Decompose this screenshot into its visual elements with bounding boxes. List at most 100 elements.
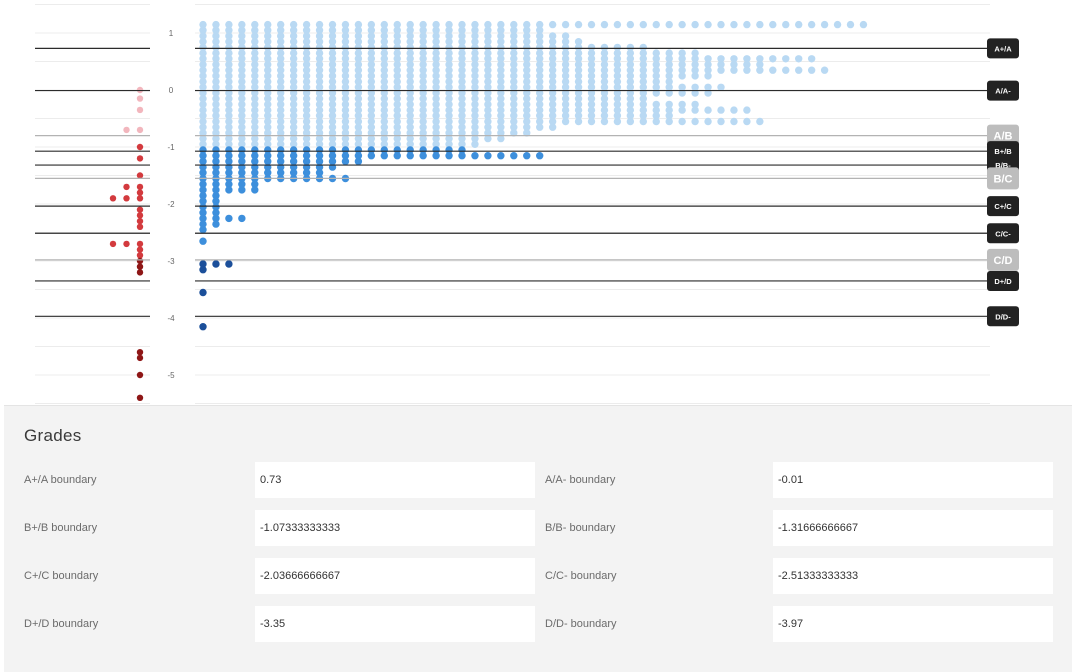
histogram-dot — [756, 66, 764, 74]
d-d-minus-boundary-label: D/D- boundary — [545, 618, 617, 630]
histogram-dot — [613, 117, 622, 126]
y-tick-label: 0 — [169, 86, 174, 95]
histogram-dot — [536, 152, 544, 160]
strip-point — [136, 354, 144, 362]
c-c-minus-boundary-label: C/C- boundary — [545, 570, 617, 582]
a-plus-a-boundary-label: A+/A boundary — [24, 474, 97, 486]
boundary-label: D+/D — [994, 277, 1012, 286]
c-c-minus-boundary-input[interactable] — [773, 558, 1053, 594]
histogram-dot — [678, 72, 686, 80]
strip-point — [136, 155, 144, 162]
histogram-dot — [212, 260, 220, 268]
histogram-dot — [717, 117, 725, 126]
histogram-dot — [717, 106, 725, 114]
histogram-dot — [574, 20, 583, 29]
histogram-dot — [717, 83, 725, 92]
a-a-minus-boundary-label: A/A- boundary — [545, 474, 616, 486]
y-tick-label: -4 — [167, 314, 175, 323]
c-plus-c-boundary-input[interactable] — [255, 558, 535, 594]
histogram-dot — [691, 72, 699, 80]
histogram-dot — [782, 66, 790, 74]
histogram-dot — [445, 152, 453, 160]
strip-point — [136, 126, 144, 134]
histogram-dot — [730, 117, 738, 126]
a-plus-a-boundary-input[interactable] — [255, 462, 535, 498]
histogram-dot — [484, 152, 492, 160]
strip-point — [136, 349, 144, 356]
boundary-label: A/A- — [995, 87, 1011, 96]
boundary-label: A/B — [994, 131, 1013, 143]
histogram-dot — [367, 152, 376, 160]
histogram-dot — [691, 20, 699, 29]
strip-point — [136, 394, 144, 401]
b-b-minus-boundary-label: B/B- boundary — [545, 522, 616, 534]
histogram-dot — [652, 20, 660, 29]
histogram-dot — [600, 20, 609, 29]
histogram-dot — [859, 20, 868, 29]
strip-point — [123, 240, 130, 248]
histogram-dot — [795, 55, 803, 63]
d-d-minus-boundary-input[interactable] — [773, 606, 1053, 642]
histogram-dot — [536, 123, 544, 131]
histogram-dot — [795, 20, 803, 29]
grades-panel: Grades A+/A boundary A/A- boundary B+/B … — [4, 405, 1072, 672]
b-plus-b-boundary-label: B+/B boundary — [24, 522, 98, 534]
histogram-dot — [730, 66, 738, 74]
histogram-dot — [756, 20, 764, 29]
histogram-dot — [561, 20, 570, 29]
strip-point — [109, 240, 117, 248]
strip-point — [123, 183, 130, 191]
histogram-dot — [251, 186, 259, 194]
histogram-dot — [393, 152, 401, 160]
histogram-dot — [639, 117, 647, 126]
histogram-dot — [471, 140, 479, 148]
strip-point — [136, 257, 144, 265]
histogram-dot — [613, 20, 622, 29]
chart-svg: A+/AA/A-A/BB+/BB/B-B/CC+/CC/C-C/DD+/DD/D… — [35, 4, 1019, 404]
histogram-dot — [846, 20, 855, 29]
histogram-dot — [510, 152, 518, 160]
histogram-dot — [769, 66, 777, 74]
d-plus-d-boundary-label: D+/D boundary — [24, 618, 99, 630]
boundary-label: B+/B — [994, 147, 1012, 156]
histogram-dot — [561, 117, 570, 126]
histogram-dot — [730, 20, 738, 29]
histogram-dot — [717, 66, 725, 74]
c-plus-c-boundary-label: C+/C boundary — [24, 570, 99, 582]
strip-point — [136, 371, 144, 379]
histogram-dot — [795, 66, 803, 74]
strip-point — [136, 206, 144, 213]
strip-point — [136, 172, 144, 179]
histogram-dot — [548, 123, 557, 131]
histogram-dot — [225, 186, 233, 194]
histogram-dot — [782, 55, 790, 63]
histogram-dot — [548, 20, 557, 29]
strip-point — [136, 269, 144, 276]
strip-point — [136, 143, 144, 151]
boundary-label: A+/A — [994, 44, 1012, 53]
histogram-dot — [626, 20, 635, 29]
strip-point — [123, 126, 130, 134]
histogram-dot — [380, 152, 388, 160]
d-plus-d-boundary-input[interactable] — [255, 606, 535, 642]
histogram-dot — [626, 117, 635, 126]
boundary-label: C+/C — [994, 202, 1012, 211]
histogram-dot — [665, 20, 673, 29]
b-b-minus-boundary-input[interactable] — [773, 510, 1053, 546]
strip-point — [109, 195, 117, 202]
boundary-label: D/D- — [995, 312, 1011, 321]
histogram-dot — [807, 20, 816, 29]
strip-point — [136, 240, 144, 248]
histogram-dot — [199, 237, 207, 245]
histogram-dot — [743, 117, 751, 126]
a-a-minus-boundary-input[interactable] — [773, 462, 1053, 498]
histogram-dot — [704, 117, 712, 126]
histogram-dot — [807, 66, 816, 74]
histogram-dot — [756, 117, 764, 126]
b-plus-b-boundary-input[interactable] — [255, 510, 535, 546]
histogram-dot — [212, 220, 220, 228]
histogram-dot — [704, 106, 712, 114]
histogram-dot — [406, 152, 414, 160]
histogram-dot — [743, 20, 751, 29]
histogram-dot — [497, 152, 505, 160]
